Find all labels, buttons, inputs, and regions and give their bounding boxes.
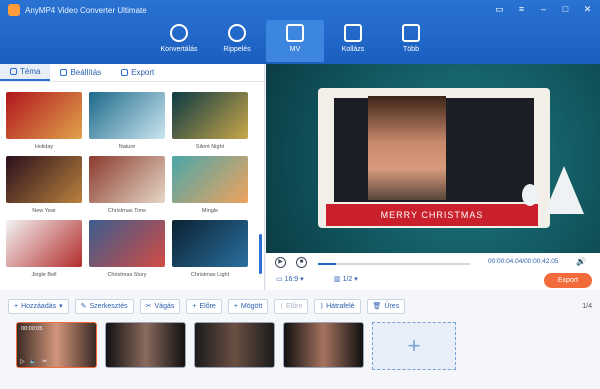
forward-button[interactable]: ⟨ Előre — [274, 298, 309, 314]
app-logo — [8, 4, 20, 16]
theme-item[interactable]: Jingle Bell — [6, 220, 82, 284]
theme-item[interactable]: Holiday — [6, 92, 82, 156]
theme-item[interactable]: Silent Night — [172, 92, 248, 156]
time-display: 00:00:04.04/00:00:42.05 — [488, 258, 559, 265]
theme-item[interactable]: Christmas Light — [172, 220, 248, 284]
scissors-icon[interactable]: ✂ — [42, 358, 47, 365]
theme-item[interactable]: New Year — [6, 156, 82, 220]
progress-fill — [318, 263, 337, 265]
progress-track[interactable] — [318, 263, 470, 265]
convert-icon — [170, 24, 188, 42]
mute-icon[interactable]: 🔈 — [30, 358, 37, 365]
behind-icon: + — [233, 302, 238, 310]
sub-tabs: Téma Beállítás Export — [0, 64, 264, 82]
backward-icon: ⟩ — [320, 303, 324, 310]
aspect-icon: ▭ — [276, 276, 285, 283]
edit-button[interactable]: ✎ Szerkesztés — [74, 298, 134, 314]
tab-toolbox[interactable]: Több — [382, 20, 440, 62]
behind-button[interactable]: + Mögött — [227, 298, 269, 314]
scissors-icon: ✂ — [145, 303, 152, 310]
tab-ripper[interactable]: Rippelés — [208, 20, 266, 62]
menu-icon[interactable]: ≡ — [515, 4, 528, 15]
plus-icon: + — [407, 333, 421, 358]
scrollbar[interactable] — [259, 234, 262, 274]
theme-thumbnail[interactable] — [89, 92, 165, 139]
app-title: AnyMP4 Video Converter Ultimate — [25, 6, 147, 15]
backward-button[interactable]: ⟩ Hátrafelé — [314, 298, 361, 314]
theme-thumbnail[interactable] — [6, 92, 82, 139]
split-screen-icon: ▥ — [334, 276, 343, 283]
window-controls: ▭ ≡ – □ ✕ — [493, 4, 594, 15]
clip-item[interactable] — [283, 322, 364, 368]
subtab-settings[interactable]: Beállítás — [50, 64, 111, 81]
tab-collage[interactable]: Kollázs — [324, 20, 382, 62]
theme-thumbnail[interactable] — [6, 220, 82, 267]
preview-person — [368, 96, 446, 200]
clip-item[interactable]: 00:00:05 ▷ 🔈 ✂ — [16, 322, 97, 368]
close-icon[interactable]: ✕ — [581, 4, 594, 15]
export-icon — [121, 69, 129, 76]
chevron-down-icon: ▾ — [352, 276, 358, 283]
clip-item[interactable] — [105, 322, 186, 368]
clip-item[interactable] — [194, 322, 275, 368]
mv-icon — [286, 24, 304, 42]
tab-convert[interactable]: Konvertálás — [150, 20, 208, 62]
empty-button[interactable]: 🗑 Üres — [366, 298, 406, 314]
theme-item[interactable]: Mingle — [172, 156, 248, 220]
settings-icon — [60, 69, 68, 76]
theme-item[interactable]: Christmas Time — [89, 156, 165, 220]
export-button[interactable]: Export — [544, 273, 592, 288]
minimize-icon[interactable]: – — [537, 4, 550, 15]
theme-panel: Téma Beállítás Export Holiday Nature Sil… — [0, 64, 265, 290]
ahead-button[interactable]: + Előre — [186, 298, 222, 314]
add-button[interactable]: + Hozzáadás ▾ — [8, 298, 69, 314]
tab-mv[interactable]: MV — [266, 20, 324, 62]
play-icon[interactable]: ▶ — [275, 257, 286, 268]
split-select[interactable]: ▥ 1/2 ▾ — [334, 275, 358, 283]
play-icon[interactable]: ▷ — [20, 358, 25, 365]
maximize-icon[interactable]: □ — [559, 4, 572, 15]
preview-area: MERRY CHRISTMAS — [266, 64, 600, 253]
theme-thumbnail[interactable] — [172, 156, 248, 203]
stop-icon[interactable]: ■ — [296, 257, 307, 268]
trim-button[interactable]: ✂ Vágás — [139, 298, 181, 314]
theme-thumbnail[interactable] — [6, 156, 82, 203]
subtab-export[interactable]: Export — [111, 64, 164, 81]
title-bar: AnyMP4 Video Converter Ultimate ▭ ≡ – □ … — [0, 0, 600, 64]
theme-thumbnail[interactable] — [172, 220, 248, 267]
forward-icon: + — [192, 302, 197, 310]
clip-controls: ▷ 🔈 ✂ — [20, 358, 47, 365]
magic-wand-icon: ✎ — [80, 303, 87, 310]
disc-icon — [228, 24, 246, 42]
volume-icon[interactable]: 🔊 — [576, 257, 586, 266]
feedback-icon[interactable]: ▭ — [493, 4, 506, 15]
theme-grid: Holiday Nature Silent Night New Year Chr… — [6, 92, 252, 284]
chevron-down-icon: ▾ — [59, 303, 63, 310]
clip-strip: 00:00:05 ▷ 🔈 ✂ + — [16, 322, 456, 370]
subtab-theme[interactable]: Téma — [0, 64, 51, 81]
chevron-down-icon: ▾ — [298, 276, 304, 283]
snowman-icon — [522, 184, 538, 206]
timeline-toolbar: + Hozzáadás ▾ ✎ Szerkesztés ✂ Vágás + Előre +… — [0, 292, 600, 320]
collage-icon — [344, 24, 362, 42]
plus-icon: + — [14, 302, 19, 310]
theme-thumbnail[interactable] — [89, 156, 165, 203]
add-clip-button[interactable]: + — [372, 322, 456, 370]
merry-christmas-banner: MERRY CHRISTMAS — [326, 204, 538, 226]
main-tabs: Konvertálás Rippelés MV Kollázs Több — [150, 20, 440, 62]
forward-icon: ⟨ — [280, 303, 284, 310]
clip-duration: 00:00:05 — [21, 326, 43, 332]
tree-icon — [544, 166, 584, 214]
toolbox-icon — [402, 24, 420, 42]
theme-item[interactable]: Nature — [89, 92, 165, 156]
playback-controls: ▶ ■ 00:00:04.04/00:00:42.05 🔊 ▭ 16:9 ▾ ▥… — [266, 253, 600, 290]
theme-item[interactable]: Christmas Story — [89, 220, 165, 284]
theme-thumbnail[interactable] — [89, 220, 165, 267]
trash-icon: 🗑 — [372, 303, 382, 310]
theme-thumbnail[interactable] — [172, 92, 248, 139]
ratio-select[interactable]: ▭ 16:9 ▾ — [276, 275, 304, 283]
theme-icon — [10, 68, 17, 75]
page-index: 1/4 — [582, 303, 592, 310]
